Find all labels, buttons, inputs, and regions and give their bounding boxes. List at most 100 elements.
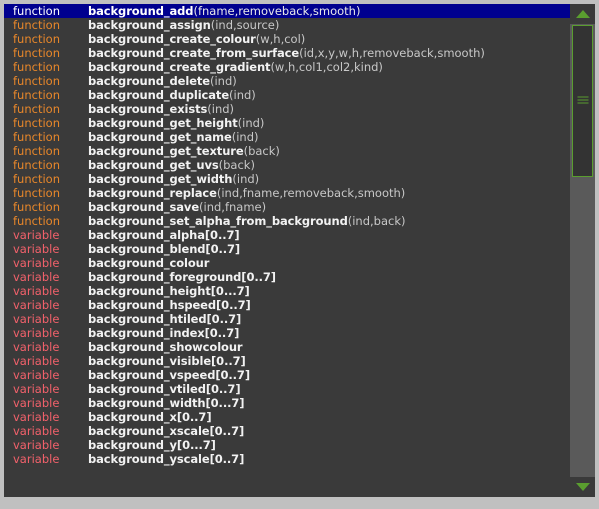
autocomplete-item[interactable]: function background_get_width(ind) <box>4 172 570 186</box>
item-entry: background_width[0...7] <box>88 396 245 410</box>
autocomplete-item[interactable]: function background_create_gradient(w,h,c… <box>4 60 570 74</box>
autocomplete-item[interactable]: function background_set_alpha_from_backgr… <box>4 214 570 228</box>
item-entry: background_delete(ind) <box>88 74 237 88</box>
autocomplete-item[interactable]: variable background_blend[0..7] <box>4 242 570 256</box>
item-entry: background_vspeed[0..7] <box>88 368 250 382</box>
autocomplete-item[interactable]: variable background_vspeed[0..7] <box>4 368 570 382</box>
item-kind-label: function <box>13 144 60 158</box>
item-kind-label: variable <box>13 410 60 424</box>
scrollbar-thumb[interactable] <box>572 25 593 177</box>
item-entry: background_colour <box>88 256 209 270</box>
item-kind-label: function <box>13 200 60 214</box>
item-kind-label: function <box>13 130 60 144</box>
item-identifier: background_delete <box>88 74 210 88</box>
item-entry: background_get_height(ind) <box>88 116 264 130</box>
item-identifier: background_duplicate <box>88 88 230 102</box>
item-kind-label: function <box>13 102 60 116</box>
item-identifier: background_get_width <box>88 172 233 186</box>
vertical-scrollbar[interactable] <box>570 4 595 497</box>
item-entry: background_create_gradient(w,h,col1,col2… <box>88 60 383 74</box>
item-identifier: background_create_gradient <box>88 60 271 74</box>
autocomplete-item[interactable]: function background_create_colour(w,h,col… <box>4 32 570 46</box>
triangle-up-icon <box>575 10 590 18</box>
item-kind-label: variable <box>13 270 60 284</box>
autocomplete-item[interactable]: variable background_height[0...7] <box>4 284 570 298</box>
item-identifier: background_hspeed[0..7] <box>88 298 251 312</box>
item-entry: background_alpha[0..7] <box>88 228 240 242</box>
item-identifier: background_width[0...7] <box>88 396 245 410</box>
scrollbar-track[interactable] <box>570 24 595 477</box>
item-kind-label: variable <box>13 284 60 298</box>
item-entry: background_x[0..7] <box>88 410 212 424</box>
item-arguments: (ind) <box>232 172 260 186</box>
item-identifier: background_showcolour <box>88 340 243 354</box>
item-entry: background_create_from_surface(id,x,y,w,… <box>88 46 485 60</box>
item-entry: background_xscale[0..7] <box>88 424 244 438</box>
item-identifier: background_add <box>88 4 194 18</box>
item-identifier: background_create_from_surface <box>88 46 300 60</box>
autocomplete-item[interactable]: variable background_vtiled[0..7] <box>4 382 570 396</box>
autocomplete-item[interactable]: variable background_alpha[0..7] <box>4 228 570 242</box>
autocomplete-item[interactable]: function background_get_uvs(back) <box>4 158 570 172</box>
item-kind-label: function <box>13 172 60 186</box>
item-entry: background_height[0...7] <box>88 284 250 298</box>
item-entry: background_exists(ind) <box>88 102 234 116</box>
item-arguments: (back) <box>218 158 255 172</box>
item-kind-label: variable <box>13 312 60 326</box>
item-entry: background_htiled[0..7] <box>88 312 241 326</box>
scroll-up-button[interactable] <box>570 4 595 24</box>
item-kind-label: function <box>13 4 60 18</box>
autocomplete-item[interactable]: function background_get_name(ind) <box>4 130 570 144</box>
item-identifier: background_get_texture <box>88 144 244 158</box>
item-entry: background_add(fname,removeback,smooth) <box>88 4 360 18</box>
autocomplete-item[interactable]: variable background_hspeed[0..7] <box>4 298 570 312</box>
item-kind-label: variable <box>13 382 60 396</box>
autocomplete-item[interactable]: function background_delete(ind) <box>4 74 570 88</box>
autocomplete-item[interactable]: function background_duplicate(ind) <box>4 88 570 102</box>
item-kind-label: variable <box>13 298 60 312</box>
item-entry: background_create_colour(w,h,col) <box>88 32 305 46</box>
autocomplete-window: function background_add(fname,removeback,… <box>0 0 599 509</box>
autocomplete-item[interactable]: function background_create_from_surface(i… <box>4 46 570 60</box>
item-identifier: background_get_height <box>88 116 238 130</box>
item-arguments: (ind,back) <box>347 214 406 228</box>
autocomplete-item[interactable]: variable background_width[0...7] <box>4 396 570 410</box>
autocomplete-item[interactable]: function background_add(fname,removeback,… <box>4 4 570 18</box>
autocomplete-list[interactable]: function background_add(fname,removeback,… <box>4 4 570 497</box>
item-arguments: (ind,source) <box>210 18 280 32</box>
autocomplete-item[interactable]: variable background_foreground[0..7] <box>4 270 570 284</box>
autocomplete-item[interactable]: function background_assign(ind,source) <box>4 18 570 32</box>
item-kind-label: function <box>13 158 60 172</box>
item-arguments: (id,x,y,w,h,removeback,smooth) <box>299 46 485 60</box>
scroll-down-button[interactable] <box>570 477 595 497</box>
autocomplete-item[interactable]: function background_exists(ind) <box>4 102 570 116</box>
item-entry: background_get_texture(back) <box>88 144 280 158</box>
item-kind-label: variable <box>13 256 60 270</box>
item-kind-label: function <box>13 60 60 74</box>
item-kind-label: variable <box>13 368 60 382</box>
item-arguments: (back) <box>243 144 280 158</box>
autocomplete-item[interactable]: function background_get_texture(back) <box>4 144 570 158</box>
item-kind-label: variable <box>13 228 60 242</box>
item-kind-label: variable <box>13 354 60 368</box>
autocomplete-item[interactable]: variable background_x[0..7] <box>4 410 570 424</box>
item-identifier: background_alpha[0..7] <box>88 228 240 242</box>
item-arguments: (ind) <box>231 130 259 144</box>
item-kind-label: function <box>13 116 60 130</box>
autocomplete-item[interactable]: variable background_yscale[0..7] <box>4 452 570 466</box>
item-identifier: background_set_alpha_from_background <box>88 214 348 228</box>
autocomplete-item[interactable]: variable background_htiled[0..7] <box>4 312 570 326</box>
item-arguments: (ind) <box>207 102 235 116</box>
autocomplete-item[interactable]: variable background_showcolour <box>4 340 570 354</box>
autocomplete-item[interactable]: variable background_visible[0..7] <box>4 354 570 368</box>
autocomplete-item[interactable]: variable background_colour <box>4 256 570 270</box>
item-kind-label: function <box>13 186 60 200</box>
item-identifier: background_yscale[0..7] <box>88 452 245 466</box>
autocomplete-item[interactable]: variable background_y[0...7] <box>4 438 570 452</box>
autocomplete-item[interactable]: function background_get_height(ind) <box>4 116 570 130</box>
autocomplete-item[interactable]: function background_save(ind,fname) <box>4 200 570 214</box>
autocomplete-item[interactable]: function background_replace(ind,fname,rem… <box>4 186 570 200</box>
item-kind-label: variable <box>13 326 60 340</box>
autocomplete-item[interactable]: variable background_xscale[0..7] <box>4 424 570 438</box>
autocomplete-item[interactable]: variable background_index[0..7] <box>4 326 570 340</box>
